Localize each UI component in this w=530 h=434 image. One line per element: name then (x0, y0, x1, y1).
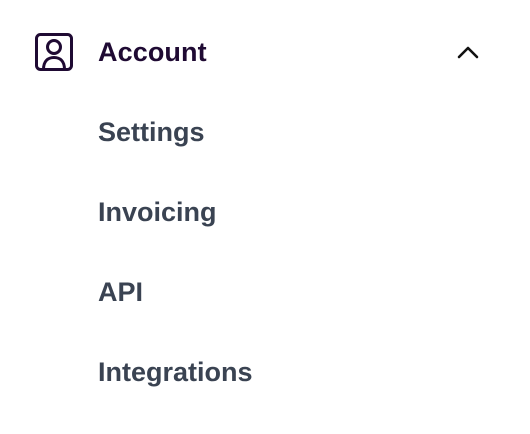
submenu-item-api[interactable]: API (98, 272, 143, 312)
submenu-item-integrations[interactable]: Integrations (98, 352, 253, 392)
submenu-item-settings[interactable]: Settings (98, 112, 205, 152)
submenu-item-invoicing[interactable]: Invoicing (98, 192, 217, 232)
chevron-up-icon[interactable] (455, 40, 481, 64)
account-menu: Account Settings Invoicing API Integrati… (0, 0, 530, 434)
account-menu-toggle[interactable]: Account (0, 12, 530, 92)
user-square-icon (34, 32, 74, 72)
menu-title: Account (98, 37, 207, 67)
